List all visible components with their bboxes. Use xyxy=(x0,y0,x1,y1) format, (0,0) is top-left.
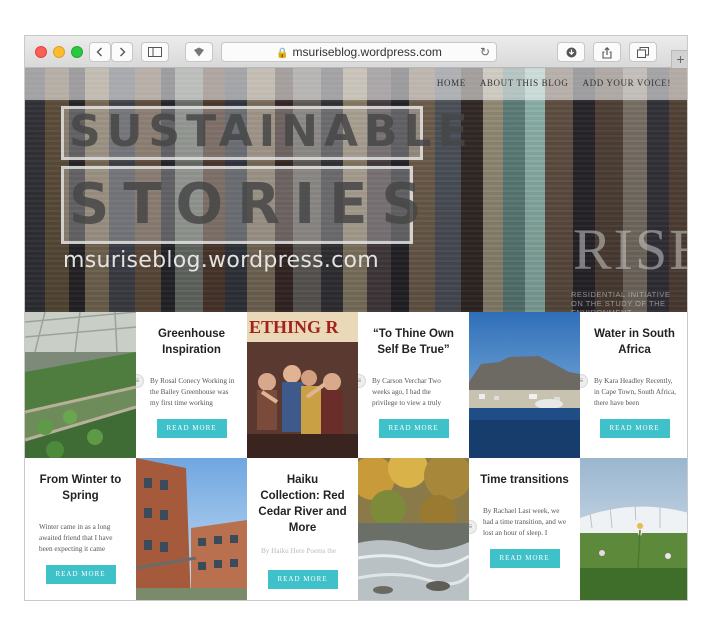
chevron-right-icon xyxy=(120,47,126,57)
downloads-button[interactable] xyxy=(557,42,585,62)
nav-about-this-blog[interactable]: ABOUT THIS BLOG xyxy=(480,78,569,88)
address-bar[interactable]: 🔒 msuriseblog.wordpress.com ↻ xyxy=(221,42,497,62)
theater-banner-text: ETHING R xyxy=(249,317,340,337)
read-more-button[interactable]: READ MORE xyxy=(489,549,560,568)
shield-icon xyxy=(194,47,204,57)
zoom-window-button[interactable] xyxy=(71,46,83,58)
browser-toolbar: 🔒 msuriseblog.wordpress.com ↻ + xyxy=(25,36,687,68)
site-url-text: msuriseblog.wordpress.com xyxy=(63,248,380,273)
post-title[interactable]: Haiku Collection: Red Cedar River and Mo… xyxy=(257,472,348,536)
tabs-icon xyxy=(637,47,649,58)
post-excerpt: Winter came in as a long awaited friend … xyxy=(39,523,113,553)
tabs-overview-button[interactable] xyxy=(629,42,657,62)
main-navigation: HOME ABOUT THIS BLOG ADD YOUR VOICE! xyxy=(437,78,671,88)
close-window-button[interactable] xyxy=(35,46,47,58)
nav-home[interactable]: HOME xyxy=(437,78,466,88)
post-grid: ≡ Greenhouse Inspiration By Rosal Conecy… xyxy=(25,312,687,600)
post-excerpt: By Haiku Here Poems the xyxy=(261,547,337,555)
post-title[interactable]: Water in South Africa xyxy=(590,326,679,358)
back-button[interactable] xyxy=(89,42,111,62)
read-more-button[interactable]: READ MORE xyxy=(156,419,227,438)
standard-post-icon: ≡ xyxy=(469,520,477,534)
post-card: ≡ Greenhouse Inspiration By Rosal Conecy… xyxy=(136,312,247,458)
post-image-cape-town[interactable] xyxy=(469,312,580,458)
post-card: ≡ “To Thine Own Self Be True” By Carson … xyxy=(358,312,469,458)
lock-icon: 🔒 xyxy=(276,48,289,59)
rise-logo: RISE xyxy=(573,217,687,282)
post-image-river[interactable] xyxy=(358,458,469,600)
read-more-button[interactable]: READ MORE xyxy=(599,419,670,438)
nav-add-your-voice[interactable]: ADD YOUR VOICE! xyxy=(583,78,672,88)
browser-window: 🔒 msuriseblog.wordpress.com ↻ + HOME ABOU… xyxy=(24,35,688,601)
post-card: ≡ Water in South Africa By Kara Headley … xyxy=(580,312,687,458)
post-title[interactable]: Greenhouse Inspiration xyxy=(146,326,237,358)
post-excerpt: By Rachael Last week, we had a time tran… xyxy=(483,507,567,537)
post-excerpt: By Rosal Conecy Working in the Bailey Gr… xyxy=(150,377,235,407)
read-more-button[interactable]: READ MORE xyxy=(267,570,338,589)
standard-post-icon: ≡ xyxy=(136,374,144,388)
address-bar-url: msuriseblog.wordpress.com xyxy=(292,45,442,59)
post-image-flower[interactable] xyxy=(580,458,687,600)
post-image-greenhouse[interactable] xyxy=(25,312,136,458)
sidebar-toggle-button[interactable] xyxy=(141,42,169,62)
sidebar-icon xyxy=(148,47,162,57)
post-excerpt: By Kara Headley Recently, in Cape Town, … xyxy=(594,377,677,407)
share-button[interactable] xyxy=(593,42,621,62)
post-excerpt: By Carson Verchar Two weeks ago, I had t… xyxy=(372,377,442,407)
post-title[interactable]: From Winter to Spring xyxy=(35,472,126,504)
post-card: ≡ Time transitions By Rachael Last week,… xyxy=(469,458,580,600)
post-image-theater[interactable]: ETHING R xyxy=(247,312,358,458)
reload-icon[interactable]: ↻ xyxy=(480,43,490,61)
chevron-left-icon xyxy=(96,47,102,57)
share-icon xyxy=(602,47,612,59)
site-title-line-2: STORIES xyxy=(69,172,436,237)
standard-post-icon: ≡ xyxy=(358,374,366,388)
rise-logo-subtitle: RESIDENTIAL INITIATIVE ON THE STUDY OF T… xyxy=(571,290,671,312)
site-title-line-1: SUSTAINABLE xyxy=(69,106,474,157)
post-card: From Winter to Spring Winter came in as … xyxy=(25,458,136,600)
read-more-button[interactable]: READ MORE xyxy=(45,565,116,584)
post-title[interactable]: Time transitions xyxy=(479,472,570,488)
standard-post-icon: ≡ xyxy=(580,374,588,388)
post-title[interactable]: “To Thine Own Self Be True” xyxy=(368,326,459,358)
hero-header: HOME ABOUT THIS BLOG ADD YOUR VOICE! SUS… xyxy=(25,68,687,312)
extension-button[interactable] xyxy=(185,42,213,62)
post-card: Haiku Collection: Red Cedar River and Mo… xyxy=(247,458,358,600)
minimize-window-button[interactable] xyxy=(53,46,65,58)
download-icon xyxy=(566,47,576,58)
post-image-building[interactable] xyxy=(136,458,247,600)
read-more-button[interactable]: READ MORE xyxy=(378,419,449,438)
new-tab-button[interactable]: + xyxy=(671,50,687,68)
forward-button[interactable] xyxy=(111,42,133,62)
